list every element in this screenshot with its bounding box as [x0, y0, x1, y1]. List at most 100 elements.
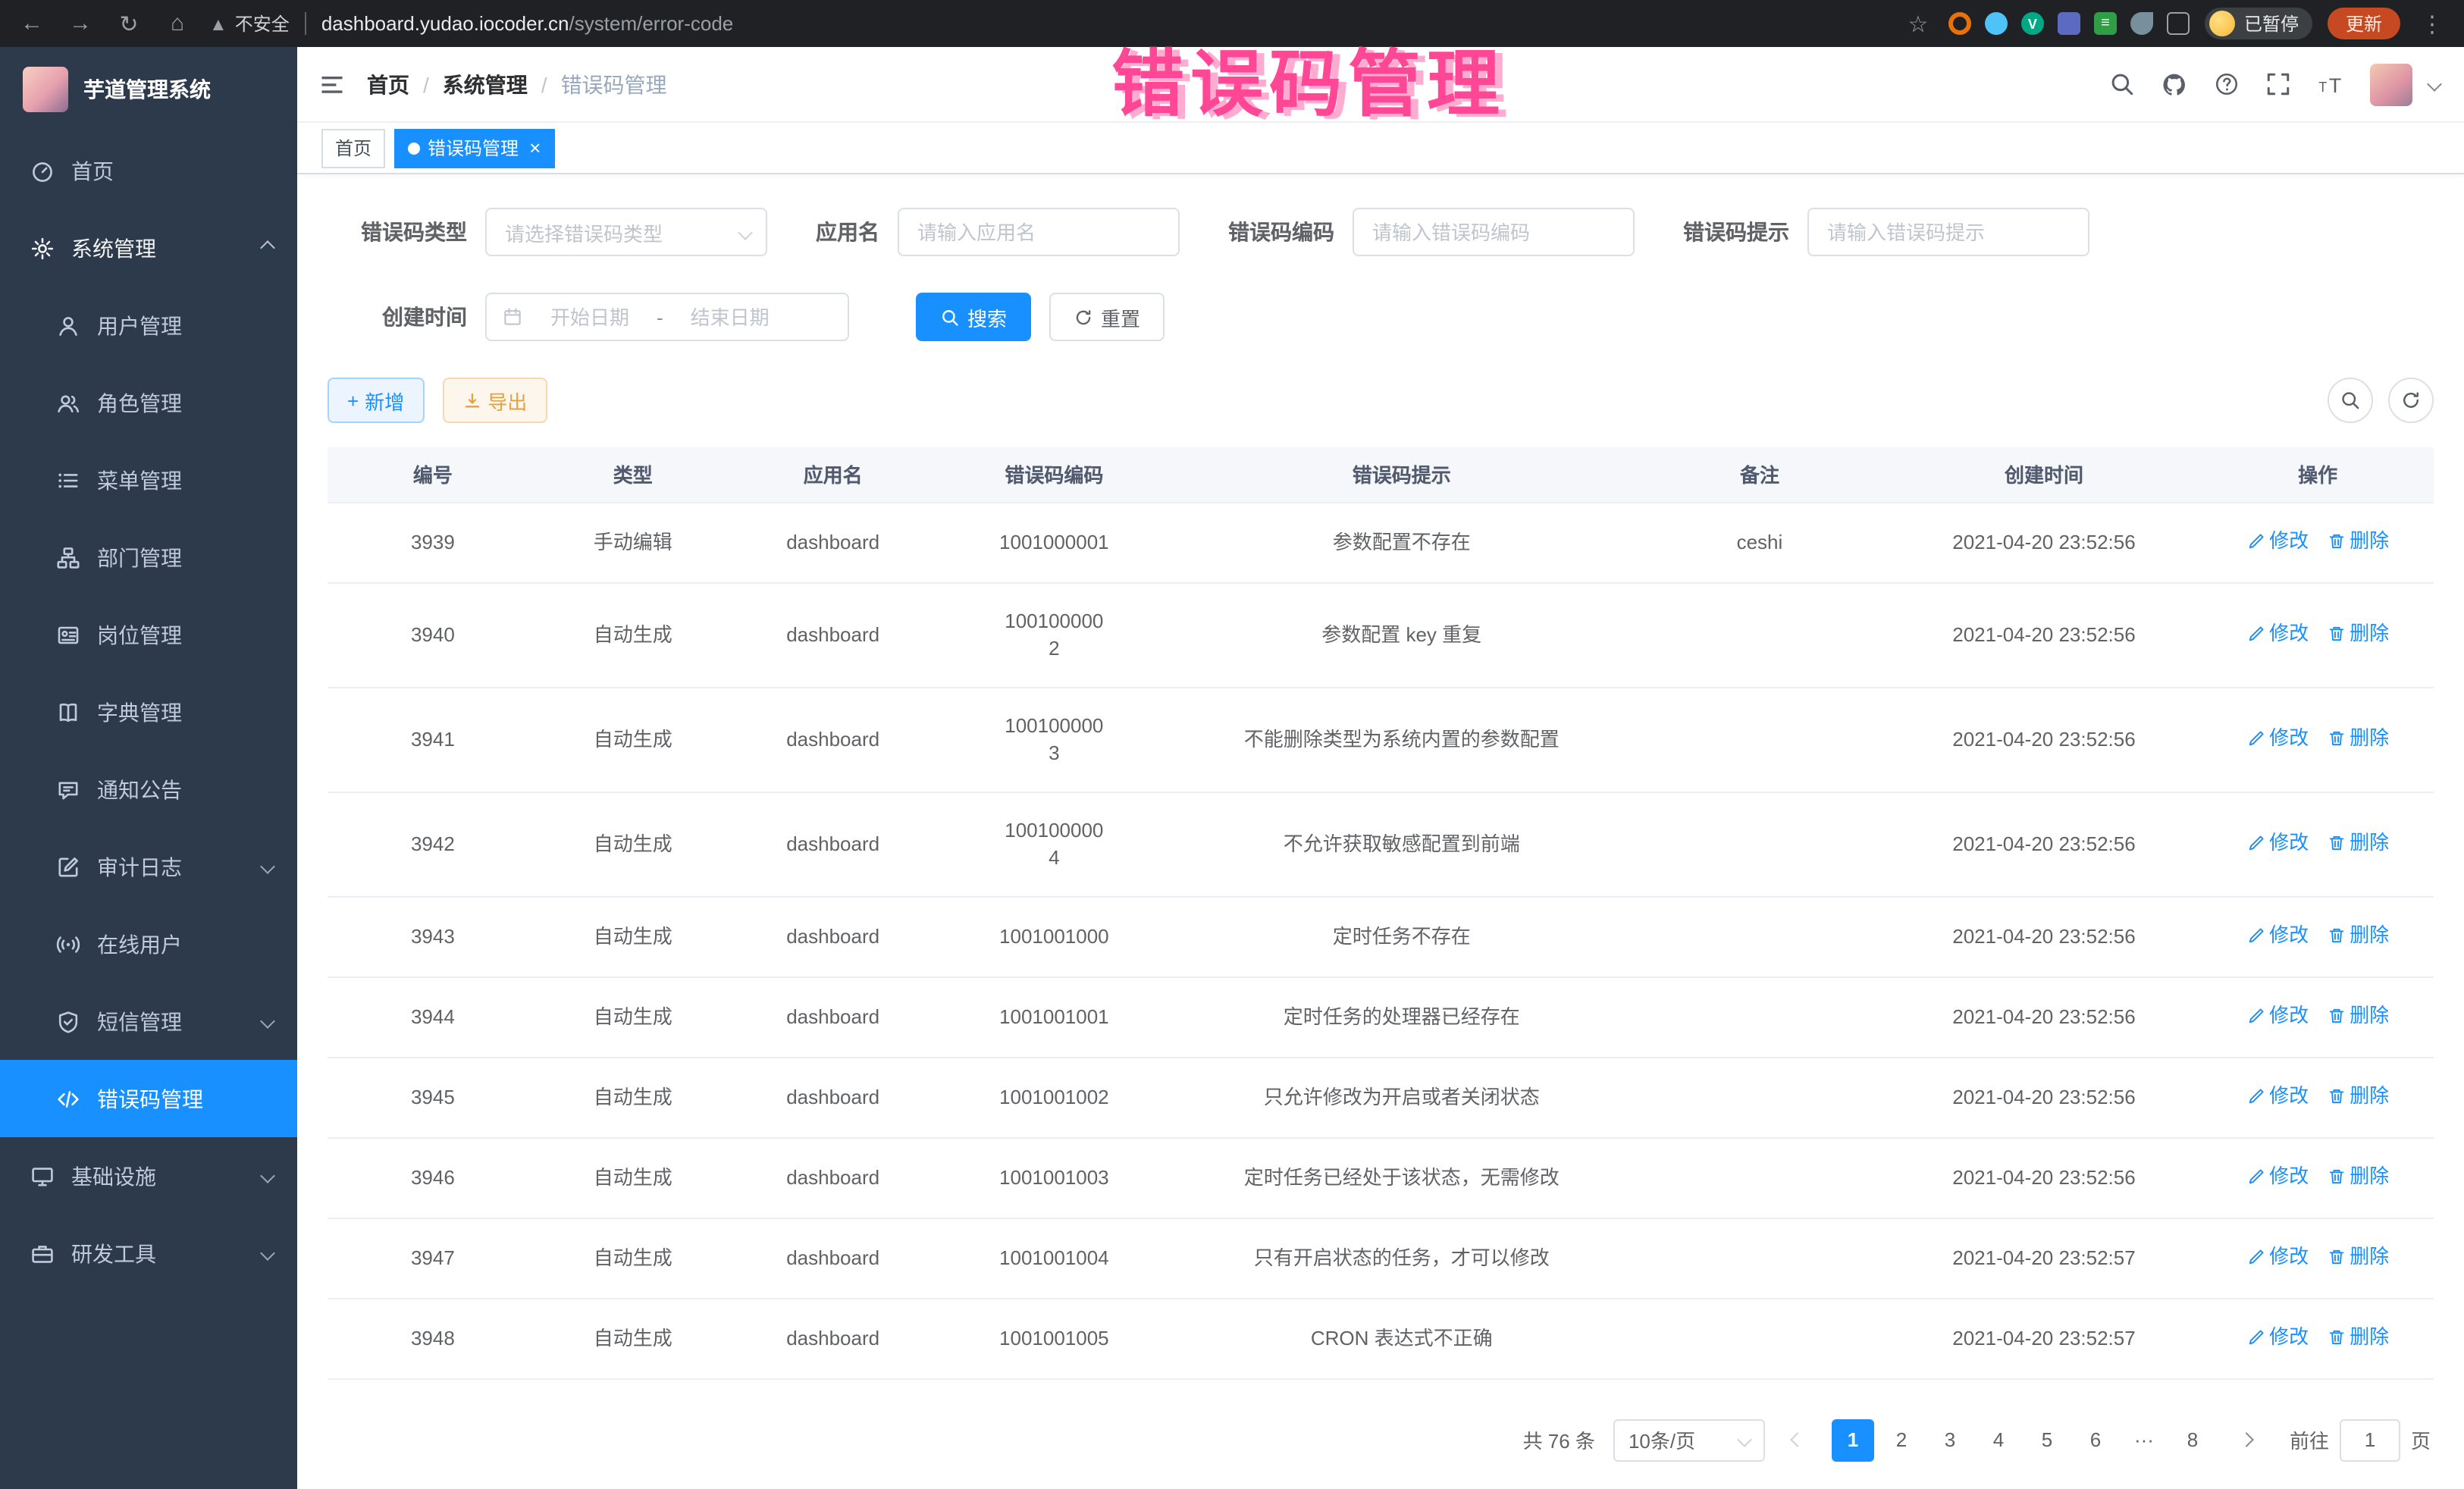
add-button[interactable]: + 新增	[328, 378, 424, 423]
extension-grid-icon[interactable]	[2058, 12, 2080, 35]
edit-link[interactable]: 修改	[2246, 1082, 2309, 1109]
tag-home[interactable]: 首页	[321, 128, 385, 168]
error-type-select[interactable]: 请选择错误码类型	[485, 208, 767, 256]
start-date-input[interactable]	[532, 306, 647, 328]
pager-next-button[interactable]	[2226, 1418, 2268, 1461]
extensions-puzzle-icon[interactable]	[2167, 12, 2190, 35]
sidebar-item-menu[interactable]: 菜单管理	[0, 441, 297, 519]
sidebar-item-code[interactable]: 错误码管理	[0, 1060, 297, 1137]
chevron-down-icon	[260, 1246, 275, 1261]
delete-link[interactable]: 删除	[2327, 829, 2389, 856]
github-icon[interactable]	[2161, 71, 2188, 98]
cell-id: 3947	[328, 1218, 538, 1298]
user-avatar[interactable]	[2370, 63, 2412, 105]
help-icon[interactable]	[2214, 71, 2240, 97]
sidebar-item-dashboard[interactable]: 首页	[0, 132, 297, 209]
extension-recorder-icon[interactable]	[1948, 12, 1971, 35]
export-button[interactable]: 导出	[442, 378, 547, 423]
extension-proxy-icon[interactable]: ≡	[2094, 12, 2117, 35]
column-header: 备注	[1633, 447, 1886, 502]
pager-page-8[interactable]: 8	[2171, 1418, 2214, 1461]
delete-link[interactable]: 删除	[2327, 1002, 2389, 1029]
delete-link[interactable]: 删除	[2327, 1243, 2389, 1270]
edit-link[interactable]: 修改	[2246, 921, 2309, 948]
search-button[interactable]: 搜索	[916, 293, 1031, 341]
delete-link[interactable]: 删除	[2327, 724, 2389, 751]
sidebar-item-dept[interactable]: 部门管理	[0, 519, 297, 596]
edit-link[interactable]: 修改	[2246, 829, 2309, 856]
edit-link[interactable]: 修改	[2246, 1162, 2309, 1190]
browser-forward-icon[interactable]: →	[64, 11, 97, 36]
security-warning[interactable]: ▲ 不安全	[209, 11, 290, 36]
close-icon[interactable]: ×	[529, 138, 541, 158]
delete-link[interactable]: 删除	[2327, 527, 2389, 554]
extension-colorpicker-icon[interactable]	[1985, 12, 2008, 35]
app-name-input[interactable]	[898, 208, 1180, 256]
pager-page-1[interactable]: 1	[1832, 1418, 1874, 1461]
sidebar-item-system[interactable]: 系统管理	[0, 209, 297, 287]
chevron-down-icon[interactable]	[2427, 77, 2442, 92]
delete-link[interactable]: 删除	[2327, 619, 2389, 647]
sidebar-item-role[interactable]: 角色管理	[0, 364, 297, 441]
edit-link[interactable]: 修改	[2246, 1323, 2309, 1350]
edit-link[interactable]: 修改	[2246, 724, 2309, 751]
bookmark-star-icon[interactable]: ☆	[1901, 10, 1935, 37]
delete-link[interactable]: 删除	[2327, 1082, 2389, 1109]
dict-icon	[56, 700, 80, 724]
toggle-search-button[interactable]	[2328, 378, 2373, 423]
extension-vue-devtools-icon[interactable]: V	[2021, 12, 2044, 35]
sidebar-item-user[interactable]: 用户管理	[0, 287, 297, 364]
pager-page-5[interactable]: 5	[2026, 1418, 2068, 1461]
pager-page-2[interactable]: 2	[1880, 1418, 1923, 1461]
browser-profile-chip[interactable]: 已暂停	[2205, 8, 2312, 39]
pager-page-4[interactable]: 4	[1977, 1418, 2020, 1461]
search-icon[interactable]	[2109, 71, 2135, 97]
cell-type: 自动生成	[538, 582, 728, 687]
sidebar-item-sms[interactable]: 短信管理	[0, 983, 297, 1060]
browser-update-button[interactable]: 更新	[2328, 8, 2400, 39]
edit-link[interactable]: 修改	[2246, 527, 2309, 554]
delete-link[interactable]: 删除	[2327, 1162, 2389, 1190]
annotation-watermark: 错误码管理	[1111, 24, 1506, 130]
breadcrumb-system[interactable]: 系统管理	[443, 69, 528, 99]
sidebar-item-infra[interactable]: 基础设施	[0, 1137, 297, 1215]
refresh-button[interactable]	[2388, 378, 2434, 423]
edit-link[interactable]: 修改	[2246, 1002, 2309, 1029]
sidebar-item-tool[interactable]: 研发工具	[0, 1215, 297, 1292]
sidebar-item-log[interactable]: 审计日志	[0, 828, 297, 905]
sidebar-toggle-icon[interactable]	[318, 71, 346, 98]
fullscreen-icon[interactable]	[2265, 71, 2291, 97]
tag-error-code[interactable]: 错误码管理 ×	[394, 128, 554, 168]
browser-menu-icon[interactable]: ⋮	[2415, 10, 2449, 37]
sidebar-item-notice[interactable]: 通知公告	[0, 751, 297, 828]
end-date-input[interactable]	[672, 306, 788, 328]
delete-link[interactable]: 删除	[2327, 921, 2389, 948]
sidebar-item-online[interactable]: 在线用户	[0, 905, 297, 983]
column-header: 错误码编码	[939, 447, 1171, 502]
sidebar-item-dict[interactable]: 字典管理	[0, 673, 297, 751]
browser-back-icon[interactable]: ←	[15, 11, 49, 36]
pager-ellipsis[interactable]: ···	[2123, 1418, 2165, 1461]
edit-link[interactable]: 修改	[2246, 1243, 2309, 1270]
table-row: 3946自动生成dashboard1001001003定时任务已经处于该状态，无…	[328, 1137, 2434, 1218]
pager-prev-button[interactable]	[1777, 1418, 1820, 1461]
date-range-picker[interactable]: -	[485, 293, 849, 341]
error-code-input[interactable]	[1353, 208, 1635, 256]
table-toolbar: + 新增 导出	[328, 378, 2434, 423]
page-size-select[interactable]: 10条/页	[1613, 1418, 1765, 1461]
app-logo[interactable]: 芋道管理系统	[0, 47, 297, 132]
pager-page-3[interactable]: 3	[1929, 1418, 1971, 1461]
address-bar[interactable]: dashboard.yudao.iocoder.cn/system/error-…	[321, 12, 1886, 35]
pager-page-6[interactable]: 6	[2074, 1418, 2117, 1461]
goto-page-input[interactable]	[2340, 1418, 2400, 1461]
extension-leaf-icon[interactable]	[2130, 12, 2153, 35]
breadcrumb-home[interactable]: 首页	[367, 69, 409, 99]
error-hint-input[interactable]	[1807, 208, 2089, 256]
reset-button[interactable]: 重置	[1049, 293, 1165, 341]
sidebar-item-post[interactable]: 岗位管理	[0, 596, 297, 673]
edit-link[interactable]: 修改	[2246, 619, 2309, 647]
browser-home-icon[interactable]: ⌂	[161, 11, 194, 36]
font-size-icon[interactable]: TT	[2317, 71, 2344, 98]
delete-link[interactable]: 删除	[2327, 1323, 2389, 1350]
browser-reload-icon[interactable]: ↻	[112, 10, 146, 37]
